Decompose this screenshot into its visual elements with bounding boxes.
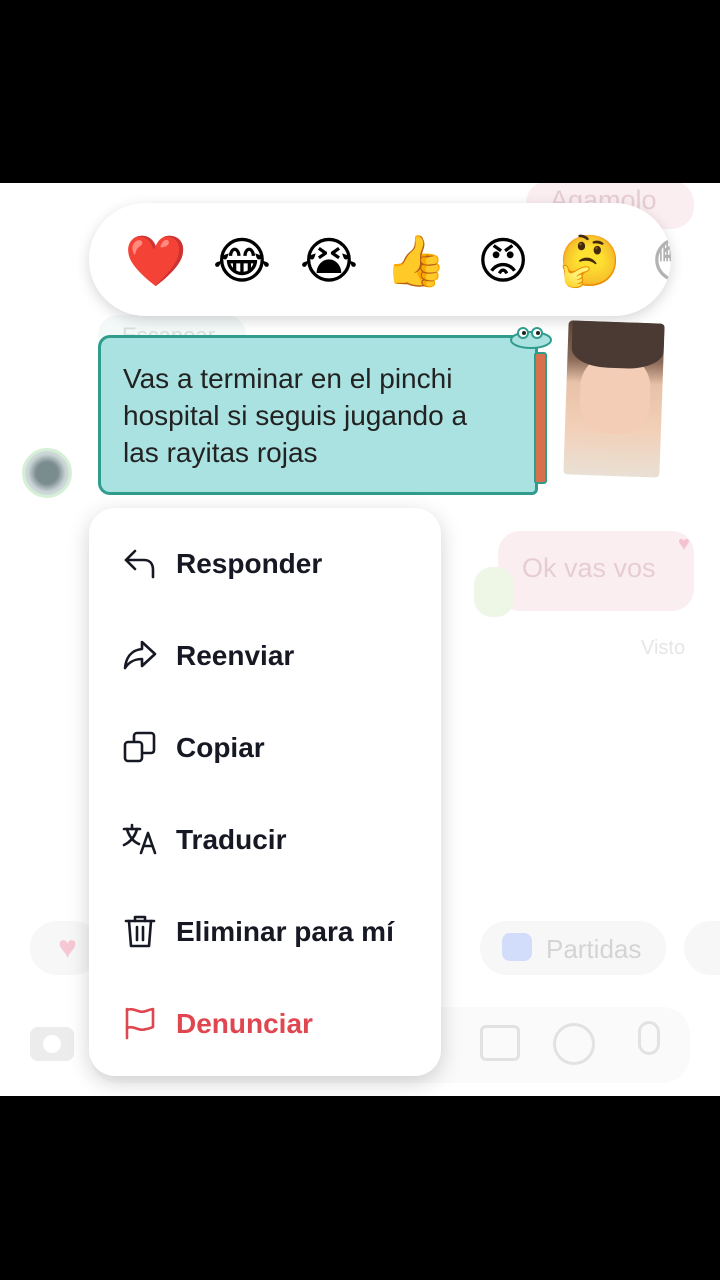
baby-sticker-image[interactable] [563,320,665,478]
reaction-crying[interactable]: 😭 [297,229,361,293]
copy-icon [123,731,156,763]
reaction-bar: ❤️ 😂 😭 👍 😡 🤔 😳 [89,203,671,316]
games-pill: Partidas [480,921,666,975]
menu-item-forward[interactable]: Reenviar [89,609,441,701]
menu-label-translate: Traducir [176,824,287,855]
menu-label-report: Denunciar [176,1008,313,1039]
sticker-hair [571,320,665,370]
flag-icon [125,1007,155,1040]
small-heart-icon: ♥ [678,533,690,555]
reply-icon [124,549,155,579]
reaction-laughing[interactable]: 😂 [210,229,274,293]
background-message-right: Ok vas vos [498,531,694,611]
trash-icon [124,915,156,948]
background-heart-icon: ♥ [58,929,77,965]
camera-icon [30,1027,74,1061]
reaction-more[interactable]: 😳 [645,229,671,293]
microphone-icon [638,1021,660,1055]
reaction-heart[interactable]: ❤️ [124,229,188,293]
message-text: Vas a terminar en el pinchi hospital si … [123,363,468,468]
reaction-angry[interactable]: 😡 [471,229,535,293]
message-context-menu: Responder Reenviar Copiar Traducir Elimi… [89,508,441,1076]
menu-label-reply: Responder [176,548,323,579]
sender-avatar[interactable] [22,448,72,498]
menu-item-report[interactable]: Denunciar [89,977,441,1069]
menu-item-reply[interactable]: Responder [89,517,441,609]
menu-item-translate[interactable]: Traducir [89,793,441,885]
menu-item-copy[interactable]: Copiar [89,701,441,793]
emoji-icon [553,1023,595,1065]
selected-message-bubble[interactable]: Vas a terminar en el pinchi hospital si … [98,327,552,495]
menu-label-forward: Reenviar [176,640,295,671]
menu-item-delete-for-me[interactable]: Eliminar para mí [89,885,441,977]
games-label: Partidas [546,934,642,964]
background-pill-extra [684,921,720,975]
bubble-decoration-edge [534,352,547,484]
background-sticker-icon [474,567,514,617]
read-status: Visto [641,637,686,659]
camera-lens [43,1035,61,1053]
translate-icon [122,823,157,855]
menu-label-delete-for-me: Eliminar para mí [176,916,394,947]
menu-label-copy: Copiar [176,732,265,763]
gallery-icon [480,1025,520,1061]
reaction-thinking[interactable]: 🤔 [558,229,622,293]
forward-icon [123,640,157,670]
reaction-thumbs-up[interactable]: 👍 [384,229,448,293]
crocodile-decoration-icon [510,327,552,349]
background-message-right-text: Ok vas vos [522,553,656,583]
gamepad-icon [502,933,532,961]
